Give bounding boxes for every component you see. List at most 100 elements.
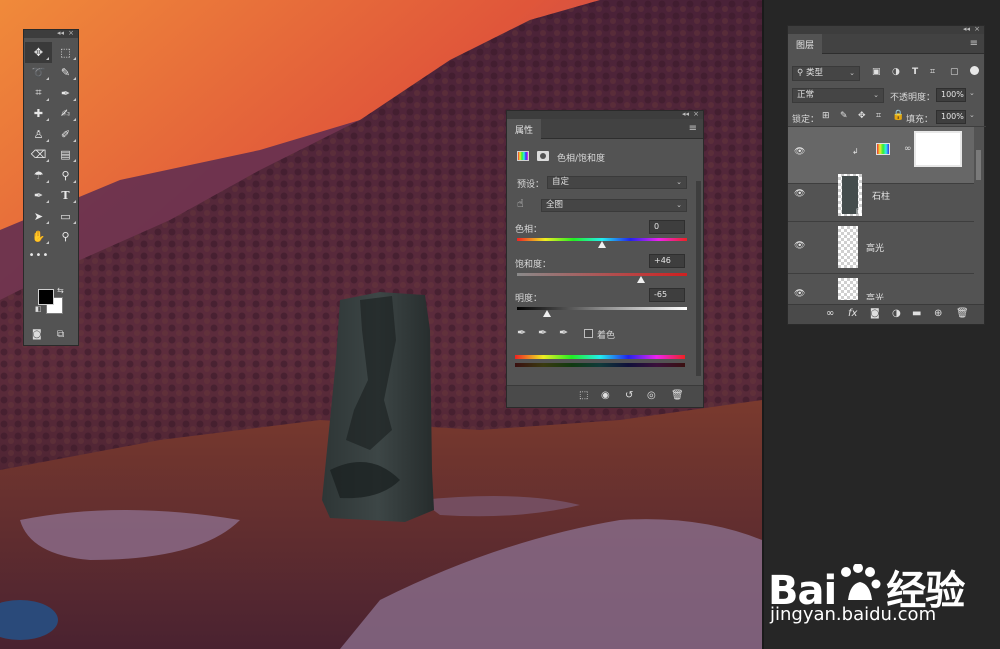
eyedropper-icon[interactable]: ✒	[52, 83, 79, 104]
layer-thumbnail[interactable]	[838, 226, 858, 268]
swap-colors-icon[interactable]: ⇆	[57, 286, 64, 295]
lock-transparent-icon[interactable]: ⊞	[822, 111, 830, 121]
lock-all-icon[interactable]: 🔒	[892, 110, 904, 121]
panel-menu-icon[interactable]: ≡	[689, 123, 697, 134]
add-mask-icon[interactable]: ◙	[870, 308, 880, 319]
clone-stamp-icon[interactable]: ♙	[25, 124, 52, 145]
targeted-adjustment-icon[interactable]: ☝	[517, 197, 524, 210]
layer-row-highlight-2[interactable]: 👁 高光	[788, 275, 974, 300]
visibility-eye-icon[interactable]: 👁	[794, 189, 805, 199]
filter-pixel-icon[interactable]: ▣	[872, 67, 881, 77]
preset-dropdown[interactable]: 自定 ⌄	[547, 176, 687, 189]
type-icon[interactable]: T	[52, 186, 79, 207]
lock-image-icon[interactable]: ✎	[840, 111, 848, 121]
layer-filter-dropdown[interactable]: ⚲ 类型 ⌄	[792, 66, 860, 81]
chevron-down-icon[interactable]: ⌄	[969, 111, 975, 119]
colorize-checkbox[interactable]	[584, 329, 593, 338]
view-previous-icon[interactable]: ◉	[601, 390, 610, 401]
eyedropper-subtract-icon[interactable]: ✒	[559, 326, 568, 339]
layer-name[interactable]: 高光	[866, 241, 884, 254]
screen-mode-icon[interactable]: ⧉	[57, 329, 64, 340]
layer-mask-icon[interactable]	[537, 151, 549, 161]
hue-saturation-adjustment-icon[interactable]	[517, 151, 529, 161]
new-group-icon[interactable]: ▬	[912, 308, 921, 319]
rectangle-icon[interactable]: ▭	[52, 206, 79, 227]
new-adjustment-layer-icon[interactable]: ◑	[892, 308, 901, 319]
quick-select-icon[interactable]: ✎	[52, 63, 79, 84]
layer-name[interactable]: 高光	[866, 291, 884, 300]
lightness-value-field[interactable]: -65	[649, 288, 685, 302]
layers-scrollbar[interactable]	[976, 150, 981, 180]
pen-icon[interactable]: ✒	[25, 186, 52, 207]
link-layers-icon[interactable]: ∞	[826, 308, 834, 319]
hue-value-field[interactable]: 0	[649, 220, 685, 234]
marquee-icon[interactable]: ⬚	[52, 42, 79, 63]
layer-style-icon[interactable]: fx	[848, 308, 857, 319]
delete-layer-icon[interactable]: 🗑	[956, 308, 969, 319]
more-tools-icon[interactable]: •••	[24, 250, 54, 261]
history-brush-icon[interactable]: ✐	[52, 124, 79, 145]
chevron-down-icon[interactable]: ⌄	[969, 89, 975, 97]
reset-icon[interactable]: ↺	[625, 390, 633, 401]
close-icon[interactable]: ×	[974, 25, 980, 33]
clip-to-layer-icon[interactable]: ⬚	[579, 390, 588, 401]
panel-menu-icon[interactable]: ≡	[970, 38, 978, 49]
foreground-color-swatch[interactable]	[38, 289, 54, 305]
blend-mode-dropdown[interactable]: 正常 ⌄	[792, 88, 884, 103]
properties-panel-grip[interactable]: ◂◂ ×	[507, 110, 703, 119]
lightness-slider-thumb[interactable]	[542, 310, 551, 317]
visibility-eye-icon[interactable]: 👁	[794, 147, 805, 157]
tools-grid: ✥ ⬚ ➰ ✎ ⌗ ✒ ✚ ✍ ♙ ✐ ⌫ ▤ ☂ ⚲ ✒ T ➤ ▭ ✋ ⚲	[24, 38, 78, 247]
layer-row-highlight[interactable]: 👁 高光	[788, 223, 974, 274]
crop-icon[interactable]: ⌗	[25, 83, 52, 104]
collapse-icon[interactable]: ◂◂	[682, 110, 689, 118]
layer-name[interactable]: 石柱	[872, 189, 890, 202]
saturation-value-field[interactable]: +46	[649, 254, 685, 268]
gradient-icon[interactable]: ▤	[52, 145, 79, 166]
close-icon[interactable]: ×	[68, 29, 74, 37]
tab-layers[interactable]: 图层	[788, 34, 823, 54]
collapse-icon[interactable]: ◂◂	[57, 29, 64, 37]
dodge-icon[interactable]: ⚲	[52, 165, 79, 186]
filter-adjustment-icon[interactable]: ◑	[892, 67, 900, 77]
healing-brush-icon[interactable]: ✚	[25, 104, 52, 125]
saturation-slider-thumb[interactable]	[637, 276, 646, 283]
eyedropper-icon[interactable]: ✒	[517, 326, 526, 339]
blur-icon[interactable]: ☂	[25, 165, 52, 186]
filter-smart-object-icon[interactable]: ▢	[950, 67, 959, 77]
quick-mask-icon[interactable]: ◙	[32, 329, 42, 340]
visibility-eye-icon[interactable]: 👁	[794, 289, 805, 299]
tools-panel-grip[interactable]: ◂◂ ×	[24, 29, 78, 38]
filter-shape-icon[interactable]: ⌗	[930, 67, 935, 77]
collapse-icon[interactable]: ◂◂	[963, 25, 970, 33]
tab-properties[interactable]: 属性	[507, 119, 542, 139]
new-layer-icon[interactable]: ⊕	[934, 308, 942, 319]
filter-toggle-icon[interactable]	[970, 66, 979, 75]
layer-mask-thumbnail[interactable]	[914, 131, 962, 167]
fill-field[interactable]: 100%	[936, 110, 966, 124]
default-colors-icon[interactable]: ◧	[35, 305, 42, 313]
hand-icon[interactable]: ✋	[25, 227, 52, 248]
hue-slider-thumb[interactable]	[598, 241, 606, 248]
properties-scrollbar[interactable]	[696, 181, 701, 376]
channel-dropdown[interactable]: 全图 ⌄	[541, 199, 687, 212]
path-select-icon[interactable]: ➤	[25, 206, 52, 227]
visibility-eye-icon[interactable]: 👁	[794, 241, 805, 251]
move-icon[interactable]: ✥	[25, 42, 52, 63]
zoom-icon[interactable]: ⚲	[52, 227, 79, 248]
eyedropper-add-icon[interactable]: ✒	[538, 326, 547, 339]
visibility-icon[interactable]: ◎	[647, 390, 656, 401]
opacity-field[interactable]: 100%	[936, 88, 966, 102]
layers-panel-grip[interactable]: ◂◂ ×	[788, 25, 984, 34]
layer-thumbnail[interactable]	[838, 278, 858, 300]
eraser-icon[interactable]: ⌫	[25, 145, 52, 166]
lasso-icon[interactable]: ➰	[25, 63, 52, 84]
filter-type-icon[interactable]: T	[912, 67, 918, 77]
delete-icon[interactable]: 🗑	[671, 390, 684, 401]
saturation-slider-track[interactable]	[517, 273, 687, 276]
layer-row-pillar[interactable]: 👁 ▣ 石柱	[788, 171, 974, 222]
lock-position-icon[interactable]: ✥	[858, 111, 866, 121]
close-icon[interactable]: ×	[693, 110, 699, 118]
lock-artboard-icon[interactable]: ⌗	[876, 111, 881, 121]
brush-icon[interactable]: ✍	[52, 104, 79, 125]
